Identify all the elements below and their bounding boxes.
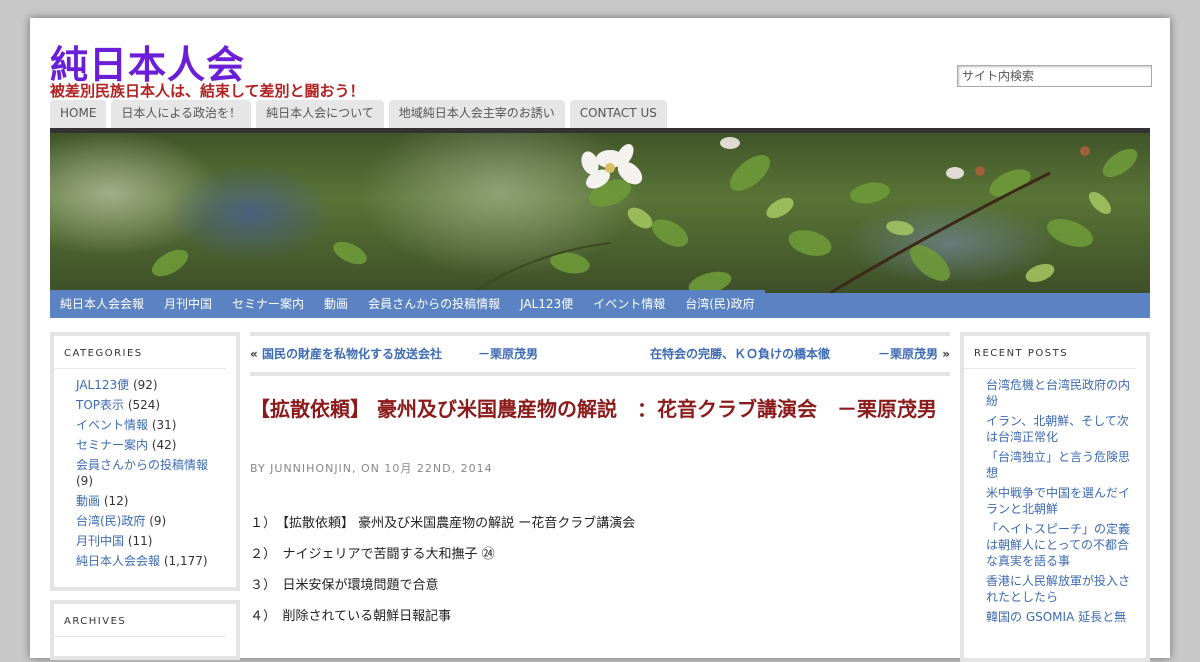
nav-item-taiwan[interactable]: 台湾(民)政府 [675,290,764,318]
next-arrow: » [942,347,950,361]
recent-post-link[interactable]: 台湾危機と台湾民政府の内紛 [986,378,1130,408]
list-item: 月刊中国 (11) [76,533,226,549]
next-post-link[interactable]: 在特会の完勝、ＫＯ負けの橋本徹 －栗原茂男 [650,347,938,361]
category-count: (31) [151,418,177,432]
tab-contact[interactable]: CONTACT US [569,100,667,128]
category-link[interactable]: JAL123便 [76,378,129,392]
nav-item-jal123[interactable]: JAL123便 [510,290,583,318]
category-link[interactable]: 会員さんからの投稿情報 [76,458,208,472]
post-navigation: « 国民の財産を私物化する放送会社 －栗原茂男 在特会の完勝、ＫＯ負けの橋本徹 … [250,332,950,376]
category-link[interactable]: 月刊中国 [76,534,124,548]
category-link[interactable]: 純日本人会会報 [76,554,160,568]
list-item: セミナー案内 (42) [76,437,226,453]
nav-item-member-posts[interactable]: 会員さんからの投稿情報 [358,290,510,318]
archives-title: ARCHIVES [54,604,226,637]
categories-list: JAL123便 (92) TOP表示 (524) イベント情報 (31) セミナ… [54,369,236,569]
prev-arrow: « [250,347,258,361]
list-item: イラン、北朝鮮、そして次は台湾正常化 [986,413,1136,445]
list-item: 会員さんからの投稿情報 (9) [76,457,226,489]
post-line: ３） 日米安保が環境問題で合意 [250,578,439,593]
list-item: イベント情報 (31) [76,417,226,433]
recent-post-link[interactable]: 「台湾独立」と言う危険思想 [986,450,1130,480]
nav-item-events[interactable]: イベント情報 [583,290,675,318]
post-body: １） 【拡散依頼】 豪州及び米国農産物の解説 ー花音クラブ講演会 ２） ナイジェ… [250,516,940,640]
list-item: TOP表示 (524) [76,397,226,413]
category-link[interactable]: TOP表示 [76,398,124,412]
list-item: 香港に人民解放軍が投入されたとしたら [986,573,1136,605]
category-link[interactable]: セミナー案内 [76,438,148,452]
top-nav: HOME 日本人による政治を！ 純日本人会について 地域純日本人会主宰のお誘い … [50,100,667,128]
archives-widget: ARCHIVES [50,600,240,660]
category-count: (92) [132,378,158,392]
category-count: (1,177) [163,554,208,568]
list-item: 純日本人会会報 (1,177) [76,553,226,569]
category-link[interactable]: イベント情報 [76,418,148,432]
list-item: JAL123便 (92) [76,377,226,393]
header-banner-image [50,133,1150,295]
next-post: 在特会の完勝、ＫＯ負けの橋本徹 －栗原茂男 » [650,345,950,362]
list-item: 米中戦争で中国を選んだイランと北朝鮮 [986,485,1136,517]
category-count: (42) [151,438,177,452]
recent-posts-list: 台湾危機と台湾民政府の内紛 イラン、北朝鮮、そして次は台湾正常化 「台湾独立」と… [964,369,1146,625]
post-meta: BY JUNNIHONJIN, ON 10月 22ND, 2014 [250,462,493,475]
banner-foliage [151,137,1138,295]
list-item: 「ヘイトスピーチ」の定義は朝鮮人にとっての不都合な真実を語る事 [986,521,1136,569]
secondary-nav: 純日本人会会報 月刊中国 セミナー案内 動画 会員さんからの投稿情報 JAL12… [50,290,1150,318]
site-tagline: 被差別民族日本人は、結束して差別と闘おう！ [50,82,365,100]
tab-about[interactable]: 純日本人会について [256,100,384,128]
category-count: (524) [127,398,161,412]
list-item: 台湾(民)政府 (9) [76,513,226,529]
post-line: ４） 削除されている朝鮮日報記事 [250,609,452,624]
tab-regional[interactable]: 地域純日本人会主宰のお誘い [388,100,565,128]
recent-posts-widget: RECENT POSTS 台湾危機と台湾民政府の内紛 イラン、北朝鮮、そして次は… [960,332,1150,662]
search-input[interactable] [957,65,1152,87]
list-item: 台湾危機と台湾民政府の内紛 [986,377,1136,409]
list-item: 韓国の GSOMIA 延長と無 [986,609,1136,625]
category-count: (12) [103,494,129,508]
category-count: (11) [127,534,153,548]
recent-post-link[interactable]: 米中戦争で中国を選んだイランと北朝鮮 [986,486,1130,516]
post-line: ２） ナイジェリアで苦闘する大和撫子 ㉔ [250,547,495,562]
prev-post: « 国民の財産を私物化する放送会社 －栗原茂男 [250,345,538,362]
category-count: (9) [76,474,93,488]
category-count: (9) [149,514,167,528]
categories-title: CATEGORIES [54,336,226,369]
list-item: 「台湾独立」と言う危険思想 [986,449,1136,481]
nav-item-bulletin[interactable]: 純日本人会会報 [50,290,154,318]
recent-post-link[interactable]: 「ヘイトスピーチ」の定義は朝鮮人にとっての不都合な真実を語る事 [986,522,1130,568]
categories-widget: CATEGORIES JAL123便 (92) TOP表示 (524) イベント… [50,332,240,591]
tab-politics[interactable]: 日本人による政治を！ [111,100,252,128]
list-item: 動画 (12) [76,493,226,509]
post-title: 【拡散依頼】 豪州及び米国農産物の解説 ：花音クラブ講演会 －栗原茂男 [250,397,937,421]
tab-home[interactable]: HOME [50,100,107,128]
nav-item-seminar[interactable]: セミナー案内 [222,290,314,318]
category-link[interactable]: 動画 [76,494,100,508]
recent-post-link[interactable]: イラン、北朝鮮、そして次は台湾正常化 [986,414,1129,444]
recent-post-link[interactable]: 韓国の GSOMIA 延長と無 [986,610,1126,624]
post-line: １） 【拡散依頼】 豪州及び米国農産物の解説 ー花音クラブ講演会 [250,516,636,531]
recent-posts-title: RECENT POSTS [964,336,1136,369]
prev-post-link[interactable]: 国民の財産を私物化する放送会社 －栗原茂男 [262,347,538,361]
nav-item-monthly-china[interactable]: 月刊中国 [154,290,222,318]
recent-post-link[interactable]: 香港に人民解放軍が投入されたとしたら [986,574,1130,604]
category-link[interactable]: 台湾(民)政府 [76,514,145,528]
nav-item-video[interactable]: 動画 [314,290,358,318]
page-container: 純日本人会 被差別民族日本人は、結束して差別と闘おう！ HOME 日本人による政… [30,18,1170,662]
